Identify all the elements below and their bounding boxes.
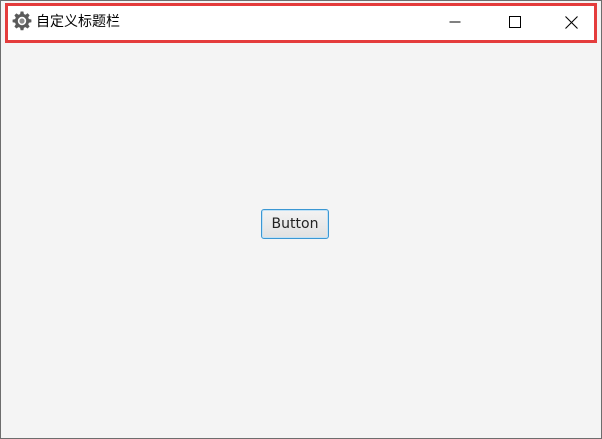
- maximize-button[interactable]: [487, 6, 543, 38]
- gear-icon: [11, 10, 33, 32]
- window-title: 自定义标题栏: [36, 14, 120, 30]
- close-icon: [564, 15, 578, 29]
- minimize-icon: [449, 16, 461, 28]
- close-button[interactable]: [543, 6, 599, 38]
- application-window: 自定义标题栏 Button: [0, 0, 602, 439]
- minimize-button[interactable]: [427, 6, 483, 38]
- custom-title-bar[interactable]: 自定义标题栏: [5, 3, 597, 43]
- title-bar-inner: 自定义标题栏: [8, 6, 594, 38]
- maximize-icon: [509, 16, 521, 28]
- main-button[interactable]: Button: [261, 209, 329, 239]
